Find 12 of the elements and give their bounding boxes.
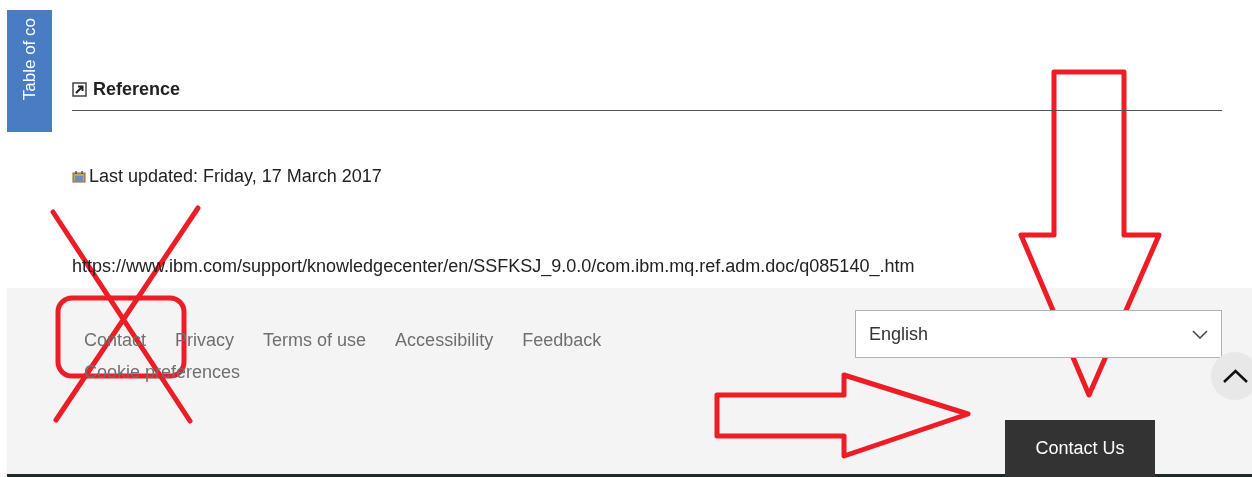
calendar-icon bbox=[72, 170, 86, 183]
table-of-contents-tab[interactable]: Table of co bbox=[7, 10, 52, 132]
language-select[interactable]: English bbox=[855, 310, 1222, 358]
external-link-icon bbox=[72, 82, 87, 97]
chevron-down-icon bbox=[1192, 329, 1208, 339]
footer-link[interactable]: Accessibility bbox=[395, 324, 494, 356]
contact-us-button[interactable]: Contact Us bbox=[1005, 420, 1155, 477]
last-updated-text: Last updated: Friday, 17 March 2017 bbox=[89, 165, 382, 188]
section-heading: Reference bbox=[93, 78, 181, 101]
footer-link[interactable]: Feedback bbox=[522, 324, 602, 356]
footer-link[interactable]: Terms of use bbox=[263, 324, 367, 356]
chevron-up-icon bbox=[1223, 369, 1248, 383]
